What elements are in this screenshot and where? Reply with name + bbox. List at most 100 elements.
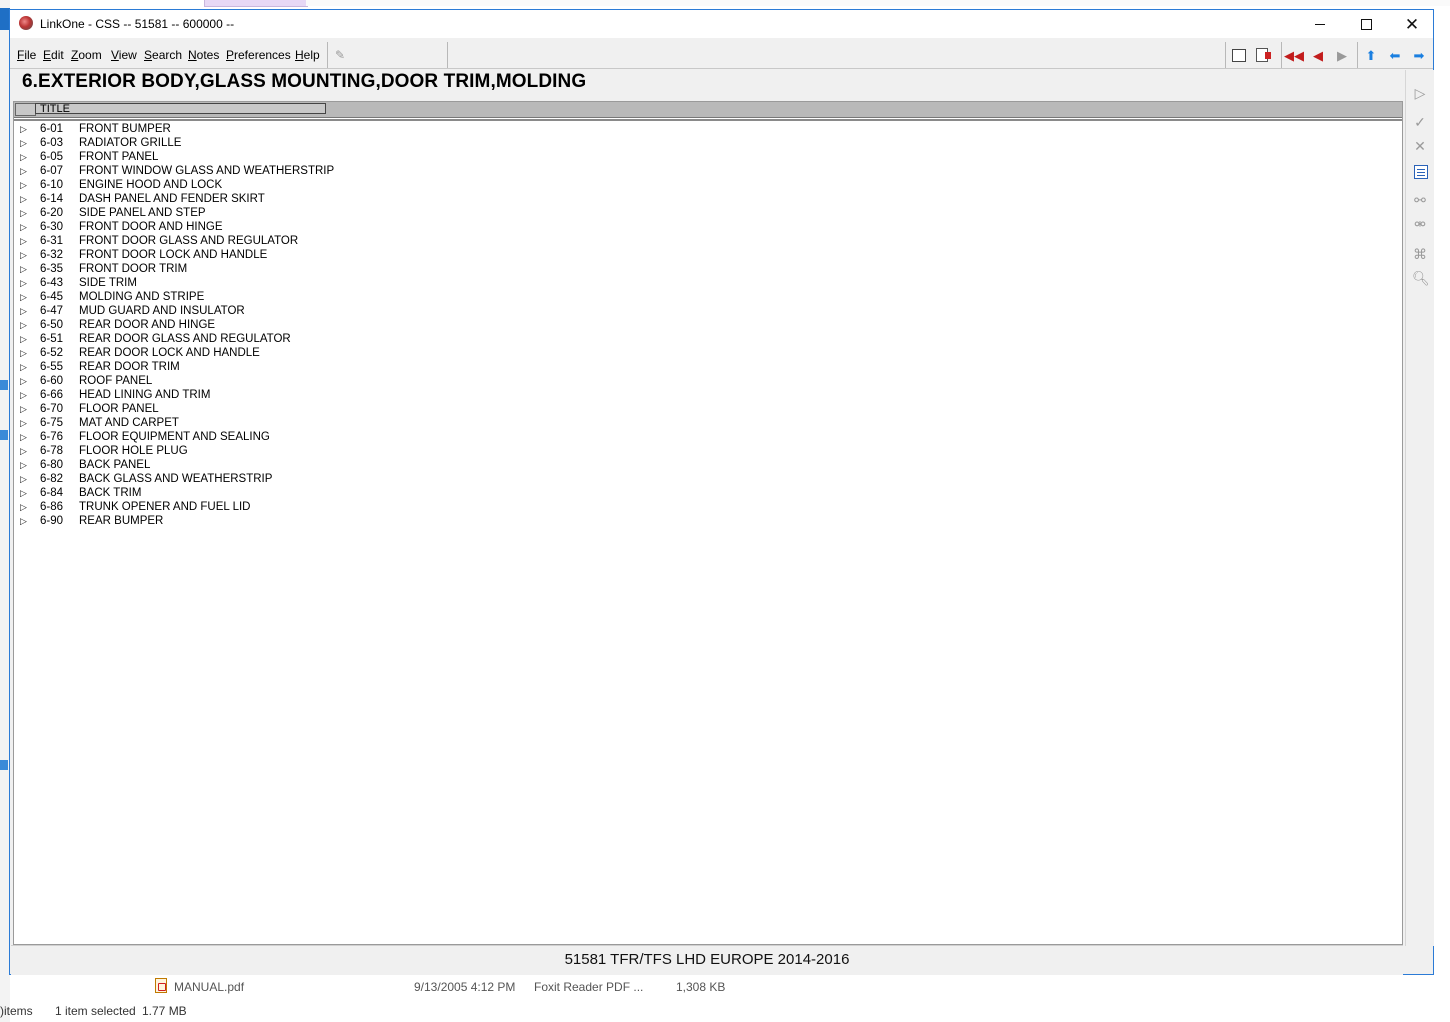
- list-item[interactable]: ▷ 6-05 FRONT PANEL: [14, 150, 1394, 164]
- play-icon[interactable]: ▷: [1412, 85, 1428, 101]
- list-item[interactable]: ▷ 6-66 HEAD LINING AND TRIM: [14, 388, 1394, 402]
- up-arrow-icon[interactable]: ⬆: [1363, 47, 1379, 63]
- unlink-icon[interactable]: ⚮: [1412, 216, 1428, 232]
- check-icon[interactable]: ✓: [1412, 114, 1428, 130]
- expand-triangle-icon[interactable]: ▷: [20, 388, 30, 402]
- close-button[interactable]: ✕: [1389, 10, 1435, 38]
- menu-zoom[interactable]: Zoom: [71, 48, 102, 62]
- first-page-icon[interactable]: ◀◀: [1284, 47, 1304, 63]
- list-item[interactable]: ▷ 6-52 REAR DOOR LOCK AND HANDLE: [14, 346, 1394, 360]
- list-item[interactable]: ▷ 6-20 SIDE PANEL AND STEP: [14, 206, 1394, 220]
- expand-triangle-icon[interactable]: ▷: [20, 206, 30, 220]
- list-item[interactable]: ▷ 6-50 REAR DOOR AND HINGE: [14, 318, 1394, 332]
- list-item[interactable]: ▷ 6-31 FRONT DOOR GLASS AND REGULATOR: [14, 234, 1394, 248]
- menu-file[interactable]: File: [17, 48, 36, 62]
- expand-triangle-icon[interactable]: ▷: [20, 192, 30, 206]
- expand-triangle-icon[interactable]: ▷: [20, 276, 30, 290]
- expand-triangle-icon[interactable]: ▷: [20, 150, 30, 164]
- expand-triangle-icon[interactable]: ▷: [20, 374, 30, 388]
- list-item[interactable]: ▷ 6-45 MOLDING AND STRIPE: [14, 290, 1394, 304]
- expand-triangle-icon[interactable]: ▷: [20, 262, 30, 276]
- expand-triangle-icon[interactable]: ▷: [20, 416, 30, 430]
- expand-triangle-icon[interactable]: ▷: [20, 164, 30, 178]
- minimize-button[interactable]: [1297, 10, 1343, 38]
- book-icon[interactable]: [1232, 49, 1246, 62]
- list-item[interactable]: ▷ 6-80 BACK PANEL: [14, 458, 1394, 472]
- list-item[interactable]: ▷ 6-43 SIDE TRIM: [14, 276, 1394, 290]
- list-item[interactable]: ▷ 6-03 RADIATOR GRILLE: [14, 136, 1394, 150]
- app-icon[interactable]: [19, 16, 33, 30]
- pdf-file-icon: [155, 978, 167, 993]
- expand-triangle-icon[interactable]: ▷: [20, 430, 30, 444]
- menu-search[interactable]: Search: [144, 48, 182, 62]
- section-code: 6-01: [40, 123, 64, 135]
- list-item[interactable]: ▷ 6-01 FRONT BUMPER: [14, 122, 1394, 136]
- list-item[interactable]: ▷ 6-30 FRONT DOOR AND HINGE: [14, 220, 1394, 234]
- list-item[interactable]: ▷ 6-78 FLOOR HOLE PLUG: [14, 444, 1394, 458]
- section-code: 6-51: [40, 333, 64, 345]
- section-name: MUD GUARD AND INSULATOR: [79, 305, 245, 317]
- link-icon[interactable]: ⚯: [1412, 192, 1428, 208]
- expand-triangle-icon[interactable]: ▷: [20, 360, 30, 374]
- expand-triangle-icon[interactable]: ▷: [20, 402, 30, 416]
- list-item[interactable]: ▷ 6-84 BACK TRIM: [14, 486, 1394, 500]
- section-name: BACK TRIM: [79, 487, 142, 499]
- list-item[interactable]: ▷ 6-14 DASH PANEL AND FENDER SKIRT: [14, 192, 1394, 206]
- expand-triangle-icon[interactable]: ▷: [20, 248, 30, 262]
- column-header-title[interactable]: TITLE: [35, 103, 326, 115]
- cross-icon[interactable]: ✕: [1412, 138, 1428, 154]
- expand-triangle-icon[interactable]: ▷: [20, 500, 30, 514]
- expand-triangle-icon[interactable]: ▷: [20, 332, 30, 346]
- section-name: REAR BUMPER: [79, 515, 164, 527]
- expand-triangle-icon[interactable]: ▷: [20, 220, 30, 234]
- list-item[interactable]: ▷ 6-35 FRONT DOOR TRIM: [14, 262, 1394, 276]
- expand-triangle-icon[interactable]: ▷: [20, 290, 30, 304]
- next-page-icon[interactable]: ▶: [1334, 47, 1350, 63]
- expand-triangle-icon[interactable]: ▷: [20, 178, 30, 192]
- expand-triangle-icon[interactable]: ▷: [20, 444, 30, 458]
- expand-triangle-icon[interactable]: ▷: [20, 304, 30, 318]
- title-bar[interactable]: LinkOne - CSS -- 51581 -- 600000 -- ✕: [10, 10, 1433, 38]
- menu-preferences[interactable]: Preferences: [226, 48, 291, 62]
- parts-list-icon[interactable]: [1414, 165, 1428, 179]
- list-item[interactable]: ▷ 6-82 BACK GLASS AND WEATHERSTRIP: [14, 472, 1394, 486]
- list-item[interactable]: ▷ 6-70 FLOOR PANEL: [14, 402, 1394, 416]
- expand-triangle-icon[interactable]: ▷: [20, 472, 30, 486]
- section-name: REAR DOOR GLASS AND REGULATOR: [79, 333, 291, 345]
- previous-page-icon[interactable]: ◀: [1310, 47, 1326, 63]
- expand-triangle-icon[interactable]: ▷: [20, 136, 30, 150]
- menu-view[interactable]: View: [111, 48, 137, 62]
- expand-triangle-icon[interactable]: ▷: [20, 122, 30, 136]
- forward-arrow-icon[interactable]: ➡: [1411, 47, 1427, 63]
- section-code: 6-76: [40, 431, 64, 443]
- list-item[interactable]: ▷ 6-60 ROOF PANEL: [14, 374, 1394, 388]
- book-bookmark-icon[interactable]: [1256, 48, 1271, 62]
- binoculars-icon[interactable]: ⌘: [1412, 246, 1428, 262]
- list-item[interactable]: ▷ 6-76 FLOOR EQUIPMENT AND SEALING: [14, 430, 1394, 444]
- list-item[interactable]: ▷ 6-55 REAR DOOR TRIM: [14, 360, 1394, 374]
- section-code: 6-30: [40, 221, 64, 233]
- back-arrow-icon[interactable]: ⬅: [1387, 47, 1403, 63]
- expand-triangle-icon[interactable]: ▷: [20, 234, 30, 248]
- list-item[interactable]: ▷ 6-51 REAR DOOR GLASS AND REGULATOR: [14, 332, 1394, 346]
- list-item[interactable]: ▷ 6-90 REAR BUMPER: [14, 514, 1394, 528]
- menu-notes[interactable]: Notes: [188, 48, 219, 62]
- background-file-row[interactable]: MANUAL.pdf 9/13/2005 4:12 PM Foxit Reade…: [135, 976, 1435, 998]
- list-item[interactable]: ▷ 6-10 ENGINE HOOD AND LOCK: [14, 178, 1394, 192]
- expand-triangle-icon[interactable]: ▷: [20, 318, 30, 332]
- maximize-button[interactable]: [1343, 10, 1389, 38]
- expand-triangle-icon[interactable]: ▷: [20, 514, 30, 528]
- zoom-search-icon[interactable]: 🔍︎: [1412, 270, 1430, 286]
- expand-triangle-icon[interactable]: ▷: [20, 458, 30, 472]
- list-item[interactable]: ▷ 6-86 TRUNK OPENER AND FUEL LID: [14, 500, 1394, 514]
- menu-edit[interactable]: Edit: [43, 48, 64, 62]
- expand-triangle-icon[interactable]: ▷: [20, 486, 30, 500]
- pin-icon[interactable]: ✎: [335, 48, 347, 62]
- list-item[interactable]: ▷ 6-75 MAT AND CARPET: [14, 416, 1394, 430]
- list-item[interactable]: ▷ 6-07 FRONT WINDOW GLASS AND WEATHERSTRIP: [14, 164, 1394, 178]
- menu-help[interactable]: Help: [295, 48, 320, 62]
- list-item[interactable]: ▷ 6-32 FRONT DOOR LOCK AND HANDLE: [14, 248, 1394, 262]
- list-item[interactable]: ▷ 6-47 MUD GUARD AND INSULATOR: [14, 304, 1394, 318]
- expand-triangle-icon[interactable]: ▷: [20, 346, 30, 360]
- column-header-marker[interactable]: [15, 103, 36, 116]
